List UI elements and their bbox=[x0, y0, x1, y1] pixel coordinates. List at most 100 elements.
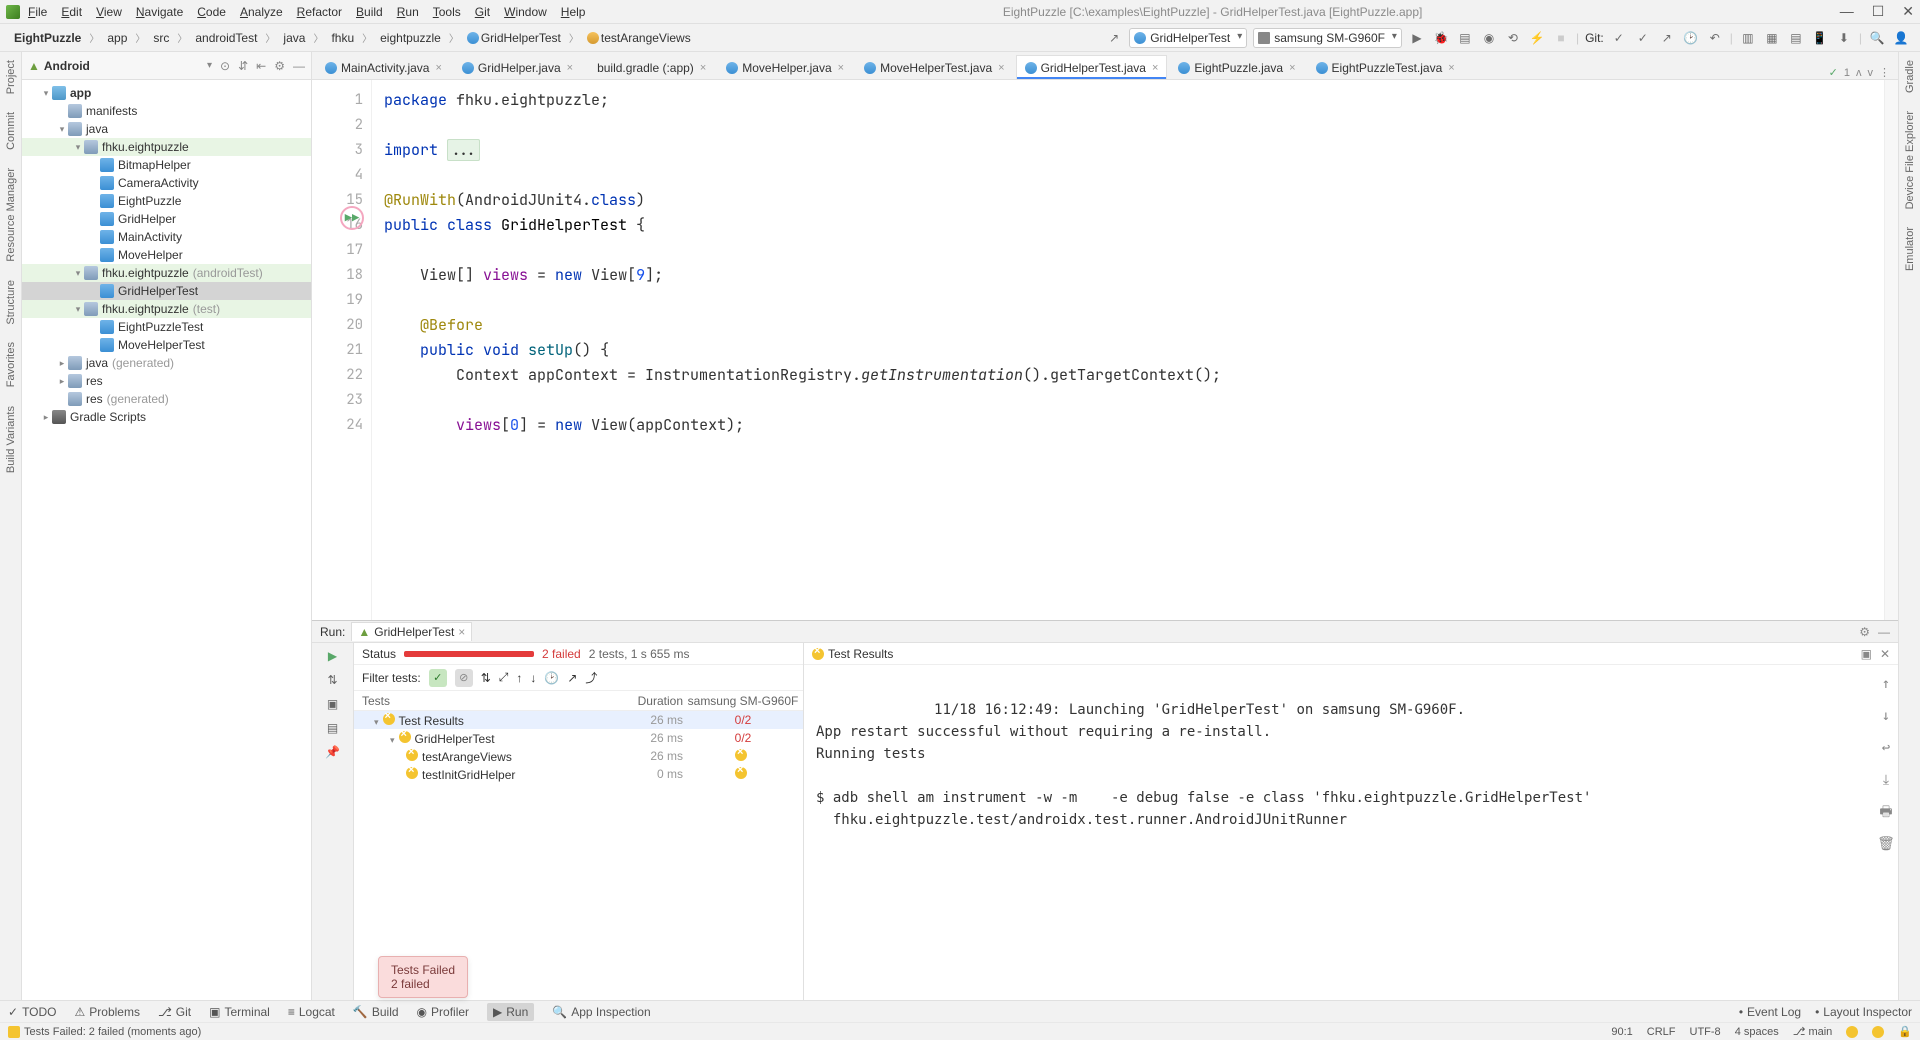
toolbar-icon-1[interactable]: ▥ bbox=[1739, 29, 1757, 47]
menu-git[interactable]: Git bbox=[475, 5, 490, 19]
run-tab[interactable]: ▲ GridHelperTest × bbox=[351, 622, 472, 641]
import2-icon[interactable]: ⤴ bbox=[585, 669, 597, 686]
memory-face-icon[interactable] bbox=[1872, 1026, 1884, 1038]
apply-icon[interactable]: ⚡ bbox=[1528, 29, 1546, 47]
scroll-end-icon[interactable]: ⤓ bbox=[1883, 769, 1889, 791]
stop-icon[interactable]: ■ bbox=[1552, 29, 1570, 47]
tree-node[interactable]: ▸Gradle Scripts bbox=[22, 408, 311, 426]
scroll-down-icon[interactable]: ↓ bbox=[1882, 705, 1890, 727]
menu-help[interactable]: Help bbox=[561, 5, 586, 19]
editor[interactable]: ▶▶ 123415161718192021222324 package fhku… bbox=[312, 80, 1898, 620]
bottom-profiler[interactable]: ◉Profiler bbox=[417, 1005, 470, 1019]
bottom-layout-inspector[interactable]: •Layout Inspector bbox=[1815, 1005, 1912, 1019]
strip-build-variants[interactable]: Build Variants bbox=[5, 406, 17, 473]
bottom-app-inspection[interactable]: 🔍App Inspection bbox=[552, 1005, 650, 1019]
close-tab-icon[interactable]: × bbox=[458, 625, 465, 639]
avd-icon[interactable]: 📱 bbox=[1811, 29, 1829, 47]
breadcrumb-item[interactable]: eightpuzzle bbox=[376, 29, 445, 47]
editor-tab[interactable]: EightPuzzleTest.java× bbox=[1307, 55, 1464, 79]
tree-node[interactable]: ▾fhku.eightpuzzle bbox=[22, 138, 311, 156]
sidebar-title[interactable]: Android bbox=[44, 59, 207, 73]
tree-node[interactable]: MainActivity bbox=[22, 228, 311, 246]
hide-icon[interactable]: — bbox=[293, 59, 305, 73]
indent[interactable]: 4 spaces bbox=[1735, 1026, 1779, 1038]
tree-node[interactable]: EightPuzzle bbox=[22, 192, 311, 210]
breadcrumb-item[interactable]: fhku bbox=[327, 29, 358, 47]
toolbar-icon-3[interactable]: ▤ bbox=[1787, 29, 1805, 47]
editor-tab[interactable]: MoveHelper.java× bbox=[717, 55, 853, 79]
editor-scrollbar[interactable] bbox=[1884, 80, 1898, 620]
tab-close-icon[interactable]: × bbox=[1289, 62, 1295, 74]
git-branch-icon[interactable]: ✓ bbox=[1610, 29, 1628, 47]
inspection-face-icon[interactable] bbox=[1846, 1026, 1858, 1038]
col-device[interactable]: samsung SM-G960F bbox=[683, 694, 803, 708]
tree-node[interactable]: EightPuzzleTest bbox=[22, 318, 311, 336]
close-console-icon[interactable]: ✕ bbox=[1880, 647, 1890, 661]
run-config-dropdown[interactable]: GridHelperTest bbox=[1129, 28, 1247, 48]
pin-icon[interactable]: 📌 bbox=[325, 745, 340, 759]
profile-icon[interactable]: ◉ bbox=[1480, 29, 1498, 47]
tree-node[interactable]: ▸res bbox=[22, 372, 311, 390]
tree-node[interactable]: manifests bbox=[22, 102, 311, 120]
git-revert-icon[interactable]: ↶ bbox=[1706, 29, 1724, 47]
tab-close-icon[interactable]: × bbox=[1448, 62, 1454, 74]
device-dropdown[interactable]: samsung SM-G960F bbox=[1253, 28, 1402, 48]
breadcrumb-item[interactable]: java bbox=[279, 29, 309, 47]
layout-icon[interactable]: ▣ bbox=[1861, 647, 1872, 661]
test-row[interactable]: testArangeViews26 ms bbox=[354, 747, 803, 765]
tree-node[interactable]: GridHelper bbox=[22, 210, 311, 228]
git-commit-icon[interactable]: ✓ bbox=[1634, 29, 1652, 47]
col-duration[interactable]: Duration bbox=[603, 694, 683, 708]
export2-icon[interactable]: ↗ bbox=[567, 671, 577, 685]
strip-favorites[interactable]: Favorites bbox=[5, 342, 17, 387]
soft-wrap-icon[interactable]: ↩ bbox=[1882, 737, 1890, 759]
editor-tab[interactable]: MoveHelperTest.java× bbox=[855, 55, 1014, 79]
tree-node[interactable]: ▾fhku.eightpuzzle(test) bbox=[22, 300, 311, 318]
collapse-icon[interactable]: ⇤ bbox=[256, 59, 266, 73]
tree-node[interactable]: MoveHelperTest bbox=[22, 336, 311, 354]
breadcrumb-item[interactable]: EightPuzzle bbox=[10, 29, 85, 47]
editor-tab[interactable]: build.gradle (:app)× bbox=[584, 55, 715, 79]
strip-gradle[interactable]: Gradle bbox=[1904, 60, 1916, 93]
bottom-git[interactable]: ⎇Git bbox=[158, 1005, 191, 1019]
menu-tools[interactable]: Tools bbox=[433, 5, 461, 19]
toggle-icon[interactable]: ⇅ bbox=[327, 673, 337, 687]
bottom-problems[interactable]: ⚠Problems bbox=[75, 1005, 140, 1019]
menu-edit[interactable]: Edit bbox=[61, 5, 82, 19]
git-branch[interactable]: ⎇ main bbox=[1793, 1025, 1833, 1038]
tab-close-icon[interactable]: × bbox=[567, 62, 573, 74]
breadcrumb-item[interactable]: GridHelperTest bbox=[463, 29, 565, 47]
sync-icon[interactable]: ↗ bbox=[1105, 29, 1123, 47]
close-icon[interactable]: ✕ bbox=[1902, 3, 1914, 20]
breadcrumb-item[interactable]: testArangeViews bbox=[583, 29, 695, 47]
bottom-todo[interactable]: ✓TODO bbox=[8, 1005, 57, 1019]
tab-close-icon[interactable]: × bbox=[1152, 62, 1158, 74]
toolbar-icon-2[interactable]: ▦ bbox=[1763, 29, 1781, 47]
minimize-icon[interactable]: — bbox=[1840, 3, 1854, 20]
tree-node[interactable]: CameraActivity bbox=[22, 174, 311, 192]
sdk-icon[interactable]: ⬇ bbox=[1835, 29, 1853, 47]
menu-window[interactable]: Window bbox=[504, 5, 547, 19]
coverage-icon[interactable]: ▤ bbox=[1456, 29, 1474, 47]
menu-run[interactable]: Run bbox=[397, 5, 419, 19]
run-gear-icon[interactable]: ⚙ bbox=[1859, 625, 1870, 639]
import-icon[interactable]: ▤ bbox=[327, 721, 338, 735]
strip-structure[interactable]: Structure bbox=[5, 280, 17, 325]
up-icon[interactable]: ↑ bbox=[516, 671, 522, 685]
select-opened-icon[interactable]: ⊙ bbox=[220, 59, 230, 73]
attach-icon[interactable]: ⟲ bbox=[1504, 29, 1522, 47]
bottom-terminal[interactable]: ▣Terminal bbox=[209, 1005, 270, 1019]
strip-project[interactable]: Project bbox=[5, 60, 17, 94]
test-row[interactable]: testInitGridHelper0 ms bbox=[354, 765, 803, 783]
tree-node[interactable]: res(generated) bbox=[22, 390, 311, 408]
expand-icon[interactable]: ⇵ bbox=[238, 59, 248, 73]
tab-close-icon[interactable]: × bbox=[700, 62, 706, 74]
history-icon[interactable]: 🕑 bbox=[544, 671, 559, 685]
tree-node[interactable]: BitmapHelper bbox=[22, 156, 311, 174]
menu-build[interactable]: Build bbox=[356, 5, 383, 19]
run-icon[interactable]: ▶ bbox=[1408, 29, 1426, 47]
run-hide-icon[interactable]: — bbox=[1878, 625, 1890, 639]
line-sep[interactable]: CRLF bbox=[1647, 1026, 1676, 1038]
bottom-event-log[interactable]: •Event Log bbox=[1739, 1005, 1801, 1019]
menu-view[interactable]: View bbox=[96, 5, 122, 19]
